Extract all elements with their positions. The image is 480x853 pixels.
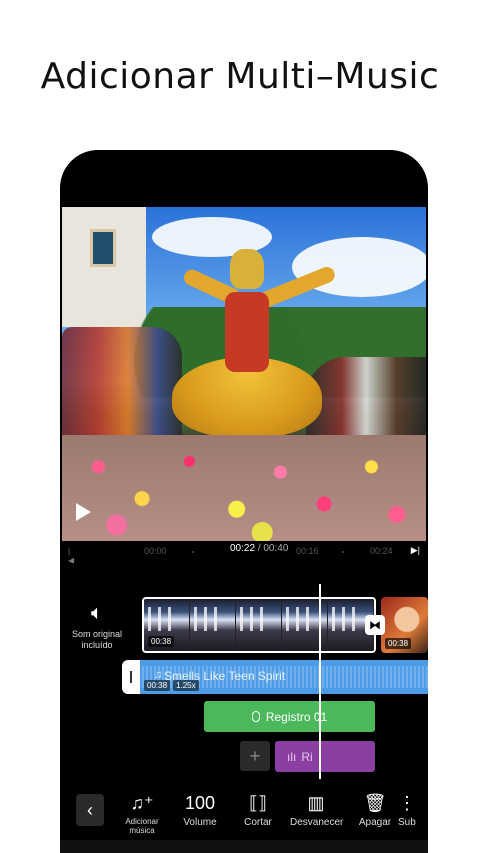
more-icon: ⋮ xyxy=(398,793,416,813)
waveform-icon: ılı xyxy=(287,749,297,764)
effect-track[interactable]: ılı Ri xyxy=(275,741,375,772)
trim-label: Cortar xyxy=(244,817,272,828)
delete-label: Apagar xyxy=(358,817,392,828)
play-icon[interactable] xyxy=(76,503,91,521)
effect-track-label: Ri xyxy=(301,749,313,764)
preview-window xyxy=(90,229,116,267)
clip-frame xyxy=(190,599,236,651)
skip-start-icon[interactable]: |◀ xyxy=(68,547,76,565)
microphone-icon xyxy=(251,711,260,722)
video-clip[interactable]: 00:38 xyxy=(142,597,376,653)
music-start-badge: 00:38 xyxy=(144,680,171,691)
timecode: 00:22 / 00:40 xyxy=(230,543,288,554)
back-button[interactable]: ‹ xyxy=(76,794,104,826)
ruler-dot xyxy=(192,551,194,553)
speaker-icon: 🔈︎ xyxy=(91,602,103,624)
music-trim-handle[interactable] xyxy=(122,660,140,694)
skip-end-icon[interactable]: ▶| xyxy=(411,545,420,556)
clip-frame xyxy=(282,599,328,651)
delete-button[interactable]: 🗑︎ Apagar xyxy=(349,792,401,828)
fade-label: Desvanecer xyxy=(290,817,344,828)
current-time: 00:22 xyxy=(230,543,256,554)
fade-button[interactable]: ▥ Desvanecer xyxy=(290,792,344,828)
dancer-head xyxy=(230,249,264,289)
add-track-button[interactable]: + xyxy=(240,741,270,771)
original-sound-label: Som original incluído xyxy=(71,629,123,650)
original-sound-toggle[interactable]: 🔈︎ Som original incluído xyxy=(64,603,130,651)
volume-value: 100 xyxy=(184,793,216,813)
page-headline: Adicionar Multi–Music xyxy=(40,56,440,97)
trim-icon: ⟦⟧ xyxy=(249,793,267,813)
ruler-tick: 00:16 xyxy=(296,546,319,556)
ruler-tick: 00:24 xyxy=(370,546,393,556)
preview-petals xyxy=(62,435,426,541)
clip-duration: 00:38 xyxy=(148,636,175,647)
trim-button[interactable]: ⟦⟧ Cortar xyxy=(232,792,284,828)
dancer-body xyxy=(225,292,269,372)
clip-duration: 00:38 xyxy=(385,638,412,649)
fade-icon: ▥ xyxy=(307,793,325,813)
record-label: Registro 01 xyxy=(265,709,328,724)
volume-label: Volume xyxy=(183,817,217,828)
total-time: / 00:40 xyxy=(257,543,289,554)
music-add-icon: ♫⁺ xyxy=(130,793,154,813)
ruler-dot xyxy=(342,551,344,553)
playhead[interactable] xyxy=(319,584,321,779)
more-tool-label: Sub xyxy=(398,817,416,828)
phone-frame: |◀ 00:00 00:22 / 00:40 00:16 00:24 ▶| 🔈︎… xyxy=(60,150,428,853)
transition-icon[interactable]: ⧓ xyxy=(365,615,385,635)
record-track[interactable]: Registro 01 xyxy=(204,701,375,732)
add-music-button[interactable]: ♫⁺ Adicionar música xyxy=(116,792,168,835)
video-clip-2[interactable]: 00:38 xyxy=(381,597,428,653)
bottom-bar xyxy=(60,840,428,853)
clip-frame xyxy=(236,599,282,651)
music-badges: 00:38 1.25x xyxy=(144,680,199,691)
volume-button[interactable]: 100 Volume xyxy=(174,792,226,828)
preview-crowd-right xyxy=(306,357,426,447)
preview-crowd-left xyxy=(62,327,182,447)
music-speed-badge: 1.25x xyxy=(173,680,199,691)
add-music-label: Adicionar música xyxy=(125,817,159,835)
music-track[interactable]: ♫ Smells Like Teen Spirit 00:38 1.25x xyxy=(122,660,428,694)
ruler-tick: 00:00 xyxy=(144,546,167,556)
timeline-panel: 🔈︎ Som original incluído 00:38 ⧓ 00:38 ♫… xyxy=(60,563,428,788)
video-preview[interactable] xyxy=(62,207,426,541)
bottom-toolbar: ‹ ♫⁺ Adicionar música 100 Volume ⟦⟧ Cort… xyxy=(60,788,428,840)
more-tool-button[interactable]: ⋮ Sub xyxy=(398,792,428,828)
time-ruler[interactable]: |◀ 00:00 00:22 / 00:40 00:16 00:24 ▶| xyxy=(60,541,428,565)
trash-icon: 🗑︎ xyxy=(363,793,387,813)
